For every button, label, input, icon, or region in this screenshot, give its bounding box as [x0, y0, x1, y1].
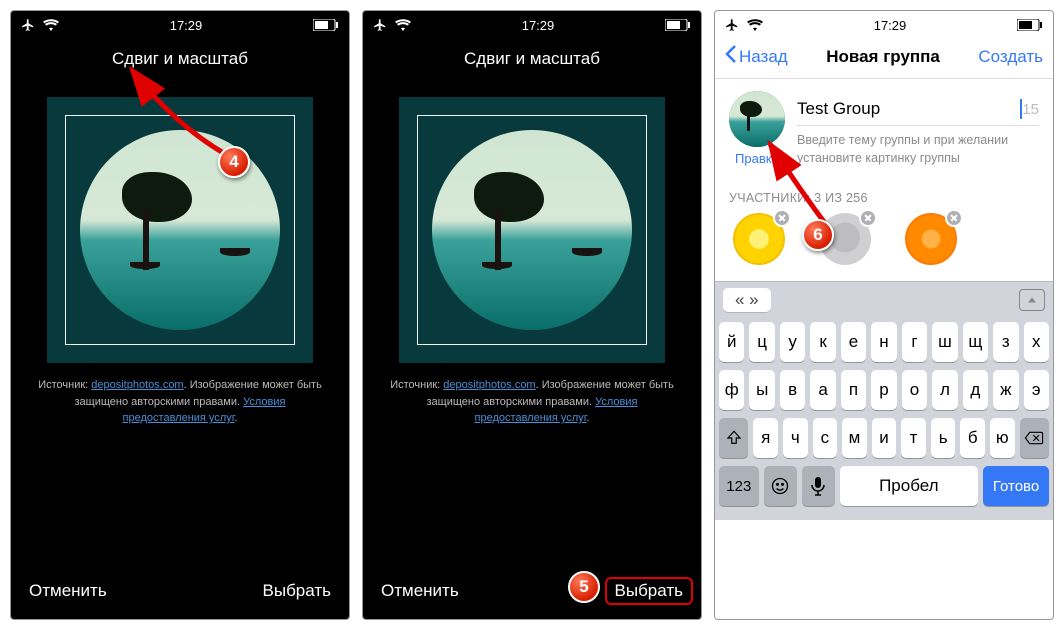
back-button[interactable]: Назад: [725, 45, 788, 68]
key-я[interactable]: я: [753, 418, 778, 458]
key-й[interactable]: й: [719, 322, 744, 362]
key-н[interactable]: н: [871, 322, 896, 362]
key-а[interactable]: а: [810, 370, 835, 410]
wifi-icon: [747, 19, 763, 31]
create-button[interactable]: Создать: [978, 47, 1043, 67]
page-title: Сдвиг и масштаб: [363, 39, 701, 85]
annotation-badge-6: 6: [802, 219, 834, 251]
shift-key[interactable]: [719, 418, 748, 458]
key-т[interactable]: т: [901, 418, 926, 458]
key-у[interactable]: у: [780, 322, 805, 362]
key-д[interactable]: д: [963, 370, 988, 410]
battery-icon: [313, 19, 339, 31]
cancel-button[interactable]: Отменить: [29, 581, 107, 601]
annotation-badge-5: 5: [568, 571, 600, 603]
numeric-key[interactable]: 123: [719, 466, 759, 506]
airplane-mode-icon: [373, 18, 387, 32]
key-г[interactable]: г: [902, 322, 927, 362]
source-link[interactable]: depositphotos.com: [91, 379, 183, 391]
key-ч[interactable]: ч: [783, 418, 808, 458]
group-name-input[interactable]: Test Group: [797, 99, 1019, 119]
phone-screen-2: 17:29 Сдвиг и масштаб Источник: depositp…: [362, 10, 702, 620]
source-link[interactable]: depositphotos.com: [443, 379, 535, 391]
key-ш[interactable]: ш: [932, 322, 957, 362]
expand-keyboard-icon[interactable]: [1019, 289, 1045, 311]
cancel-button[interactable]: Отменить: [381, 581, 459, 601]
wifi-icon: [395, 19, 411, 31]
space-key[interactable]: Пробел: [840, 466, 979, 506]
status-bar: 17:29: [11, 11, 349, 39]
key-ф[interactable]: ф: [719, 370, 744, 410]
key-ц[interactable]: ц: [749, 322, 774, 362]
key-л[interactable]: л: [932, 370, 957, 410]
chevron-left-icon: [725, 45, 737, 68]
char-remaining: 15: [1022, 101, 1039, 118]
source-caption: Источник: depositphotos.com. Изображение…: [11, 363, 349, 427]
battery-icon: [665, 19, 691, 31]
backspace-key[interactable]: [1020, 418, 1049, 458]
key-з[interactable]: з: [993, 322, 1018, 362]
key-е[interactable]: е: [841, 322, 866, 362]
key-ь[interactable]: ь: [931, 418, 956, 458]
key-м[interactable]: м: [842, 418, 867, 458]
key-п[interactable]: п: [841, 370, 866, 410]
status-bar: 17:29: [715, 11, 1053, 39]
participant[interactable]: [905, 213, 961, 269]
key-с[interactable]: с: [813, 418, 838, 458]
key-щ[interactable]: щ: [963, 322, 988, 362]
key-э[interactable]: э: [1024, 370, 1049, 410]
keyboard: йцукенгшщзх фывапролджэ ячсмитьбю 123 Пр…: [715, 318, 1053, 520]
key-б[interactable]: б: [960, 418, 985, 458]
clock: 17:29: [170, 18, 203, 33]
key-х[interactable]: х: [1024, 322, 1049, 362]
remove-icon[interactable]: [945, 209, 963, 227]
wifi-icon: [43, 19, 59, 31]
airplane-mode-icon: [21, 18, 35, 32]
source-caption: Источник: depositphotos.com. Изображение…: [363, 363, 701, 427]
quicktype-suggestion[interactable]: « »: [723, 288, 771, 312]
nav-title: Новая группа: [826, 47, 940, 67]
battery-icon: [1017, 19, 1043, 31]
status-bar: 17:29: [363, 11, 701, 39]
choose-button[interactable]: Выбрать: [263, 581, 331, 601]
key-в[interactable]: в: [780, 370, 805, 410]
key-р[interactable]: р: [871, 370, 896, 410]
annotation-badge-4: 4: [218, 146, 250, 178]
key-ж[interactable]: ж: [993, 370, 1018, 410]
phone-screen-3: 17:29 Назад Новая группа Создать Правка …: [714, 10, 1054, 620]
image-crop-area[interactable]: Источник: depositphotos.com. Изображение…: [363, 85, 701, 567]
key-ы[interactable]: ы: [749, 370, 774, 410]
done-key[interactable]: Готово: [983, 466, 1049, 506]
key-к[interactable]: к: [810, 322, 835, 362]
emoji-key[interactable]: [764, 466, 797, 506]
airplane-mode-icon: [725, 18, 739, 32]
key-и[interactable]: и: [872, 418, 897, 458]
quicktype-bar: « »: [715, 281, 1053, 318]
nav-bar: Назад Новая группа Создать: [715, 39, 1053, 79]
dictation-key[interactable]: [802, 466, 835, 506]
clock: 17:29: [522, 18, 555, 33]
choose-button[interactable]: Выбрать: [605, 577, 693, 605]
key-ю[interactable]: ю: [990, 418, 1015, 458]
clock: 17:29: [874, 18, 907, 33]
key-о[interactable]: о: [902, 370, 927, 410]
